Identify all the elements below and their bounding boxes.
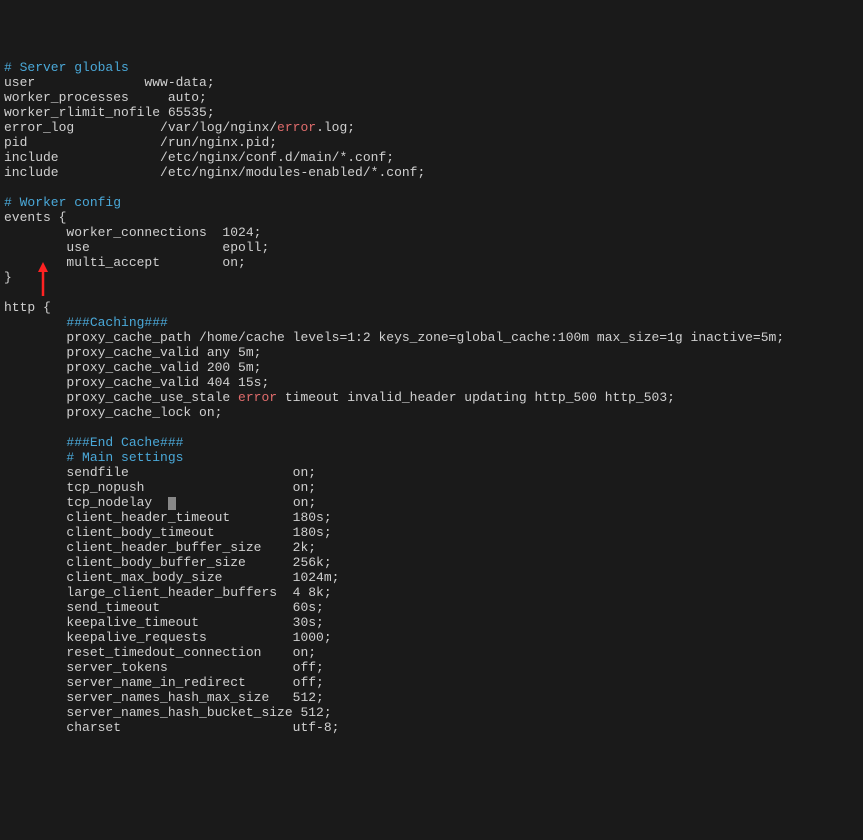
config-line: client_body_timeout 180s; (4, 525, 332, 540)
config-line: multi_accept on; (4, 255, 246, 270)
config-line: server_names_hash_max_size 512; (4, 690, 324, 705)
config-line: user www-data; (4, 75, 215, 90)
config-line: client_max_body_size 1024m; (4, 570, 339, 585)
config-line: include /etc/nginx/modules-enabled/*.con… (4, 165, 425, 180)
config-line: tcp_nodelay (4, 495, 168, 510)
config-line: worker_connections 1024; (4, 225, 261, 240)
comment-server-globals: # Server globals (4, 60, 129, 75)
config-line: on; (176, 495, 316, 510)
config-line: worker_rlimit_nofile 65535; (4, 105, 215, 120)
config-line: sendfile on; (4, 465, 316, 480)
config-line: events { (4, 210, 66, 225)
config-line: client_header_buffer_size 2k; (4, 540, 316, 555)
text-cursor (168, 497, 176, 510)
config-line: proxy_cache_valid any 5m; (4, 345, 261, 360)
config-line: keepalive_requests 1000; (4, 630, 332, 645)
comment-caching: ###Caching### (4, 315, 168, 330)
config-line: reset_timedout_connection on; (4, 645, 316, 660)
config-line: worker_processes auto; (4, 90, 207, 105)
config-line: server_name_in_redirect off; (4, 675, 324, 690)
config-line: client_body_buffer_size 256k; (4, 555, 332, 570)
config-line: include /etc/nginx/conf.d/main/*.conf; (4, 150, 394, 165)
config-line: use epoll; (4, 240, 269, 255)
config-line: keepalive_timeout 30s; (4, 615, 324, 630)
config-line: proxy_cache_valid 200 5m; (4, 360, 261, 375)
code-editor[interactable]: # Server globals user www-data; worker_p… (0, 60, 863, 735)
config-line: proxy_cache_lock on; (4, 405, 222, 420)
config-line: client_header_timeout 180s; (4, 510, 332, 525)
config-line: timeout invalid_header updating http_500… (277, 390, 675, 405)
comment-main-settings: # Main settings (4, 450, 183, 465)
config-line: charset utf-8; (4, 720, 339, 735)
config-line: error_log /var/log/nginx/ (4, 120, 277, 135)
config-line: tcp_nopush on; (4, 480, 316, 495)
config-line: server_tokens off; (4, 660, 324, 675)
comment-worker-config: # Worker config (4, 195, 121, 210)
config-line: http { (4, 300, 51, 315)
config-line: } (4, 270, 12, 285)
config-line: pid /run/nginx.pid; (4, 135, 277, 150)
config-line: server_names_hash_bucket_size 512; (4, 705, 332, 720)
error-keyword: error (277, 120, 316, 135)
config-line: proxy_cache_path /home/cache levels=1:2 … (4, 330, 784, 345)
config-line: send_timeout 60s; (4, 600, 324, 615)
config-line: large_client_header_buffers 4 8k; (4, 585, 332, 600)
error-keyword: error (238, 390, 277, 405)
config-line: proxy_cache_use_stale (4, 390, 238, 405)
comment-end-cache: ###End Cache### (4, 435, 183, 450)
config-line: proxy_cache_valid 404 15s; (4, 375, 269, 390)
config-line: .log; (316, 120, 355, 135)
